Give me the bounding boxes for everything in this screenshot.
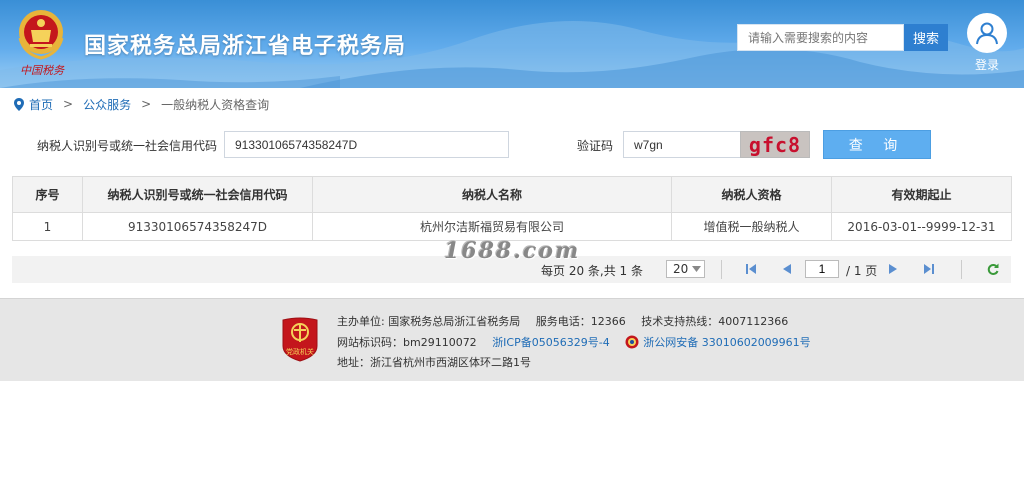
- page-size-value: 20: [673, 262, 689, 276]
- column-header-index: 序号: [12, 176, 83, 213]
- site-title: 国家税务总局浙江省电子税务局: [84, 34, 407, 59]
- taxpayer-id-label: 纳税人识别号或统一社会信用代码: [37, 139, 218, 153]
- cell-qualification: 增值税一般纳税人: [671, 212, 832, 241]
- results-table: 序号 纳税人识别号或统一社会信用代码 纳税人名称 纳税人资格 有效期起止 1 9…: [12, 176, 1012, 241]
- column-header-taxpayer-name: 纳税人名称: [312, 176, 672, 213]
- breadcrumb-home[interactable]: 首页: [29, 96, 53, 113]
- breadcrumb-separator: >: [63, 97, 74, 111]
- brand-signature: 中国税务: [20, 64, 64, 77]
- chevron-down-icon: [692, 266, 701, 272]
- captcha-input[interactable]: [623, 131, 741, 158]
- footer-record-line: 网站标识码：bm29110072 浙ICP备05056329号-4 浙公网安备 …: [337, 334, 811, 350]
- watermark: 1688.com: [444, 238, 581, 264]
- breadcrumb-public-service[interactable]: 公众服务: [83, 96, 131, 113]
- column-header-qualification: 纳税人资格: [671, 176, 832, 213]
- footer-host-label: 主办单位:: [337, 315, 385, 328]
- pager-divider: [961, 260, 962, 279]
- login-button[interactable]: 登录: [966, 13, 1008, 73]
- column-header-taxpayer-id: 纳税人识别号或统一社会信用代码: [82, 176, 313, 213]
- cell-taxpayer-id: 91330106574358247D: [82, 212, 313, 241]
- footer-address: 地址：浙江省杭州市西湖区体环二路1号: [337, 356, 531, 369]
- footer-support-hotline: 技术支持热线：4007112366: [641, 315, 789, 328]
- search-input[interactable]: [737, 24, 904, 51]
- breadcrumb: 首页 > 公众服务 > 一般纳税人资格查询: [14, 96, 269, 112]
- page-size-select[interactable]: 20: [666, 260, 705, 278]
- last-page-icon[interactable]: [922, 262, 936, 276]
- captcha-image-text: gfc8: [748, 132, 802, 157]
- breadcrumb-separator: >: [141, 97, 152, 111]
- captcha-image[interactable]: gfc8: [740, 131, 810, 158]
- login-label: 登录: [974, 58, 999, 72]
- first-page-icon[interactable]: [744, 262, 758, 276]
- footer-host-value: 国家税务总局浙江省税务局: [388, 315, 521, 328]
- footer-icp-link[interactable]: 浙ICP备05056329号-4: [492, 336, 610, 349]
- next-page-icon[interactable]: [886, 262, 900, 276]
- table-header-row: 序号 纳税人识别号或统一社会信用代码 纳税人名称 纳税人资格 有效期起止: [12, 176, 1012, 213]
- cell-taxpayer-name: 杭州尔洁斯福贸易有限公司: [312, 212, 672, 241]
- badge-text: 党政机关: [286, 347, 314, 356]
- table-row[interactable]: 1 91330106574358247D 杭州尔洁斯福贸易有限公司 增值税一般纳…: [12, 212, 1012, 241]
- police-badge-icon: [625, 335, 639, 349]
- tax-emblem-icon: [18, 10, 64, 60]
- government-badge-icon[interactable]: 党政机关: [281, 316, 319, 362]
- footer-police-link[interactable]: 浙公网安备 33010602009961号: [643, 336, 810, 349]
- taxpayer-id-input[interactable]: [224, 131, 509, 158]
- cell-validity: 2016-03-01--9999-12-31: [831, 212, 1012, 241]
- site-header: 中国税务 国家税务总局浙江省电子税务局 搜索 登录: [0, 0, 1024, 88]
- current-page-input[interactable]: [805, 260, 839, 278]
- footer-host-line: 主办单位: 国家税务总局浙江省税务局 服务电话：12366 技术支持热线：400…: [337, 313, 788, 329]
- footer-site-id: 网站标识码：bm29110072: [337, 336, 477, 349]
- pagination-summary: 每页 20 条,共 1 条: [541, 264, 643, 278]
- prev-page-icon[interactable]: [780, 262, 794, 276]
- pager-divider: [721, 260, 722, 279]
- refresh-icon[interactable]: [986, 262, 1000, 276]
- breadcrumb-current: 一般纳税人资格查询: [161, 97, 270, 112]
- location-pin-icon: [14, 97, 24, 111]
- user-icon: [967, 13, 1007, 53]
- query-button[interactable]: 查 询: [823, 130, 931, 159]
- cell-index: 1: [12, 212, 83, 241]
- search-button[interactable]: 搜索: [904, 24, 948, 51]
- captcha-label: 验证码: [577, 139, 614, 153]
- total-pages: / 1 页: [846, 264, 878, 278]
- column-header-validity: 有效期起止: [831, 176, 1012, 213]
- footer-service-phone: 服务电话：12366: [535, 315, 626, 328]
